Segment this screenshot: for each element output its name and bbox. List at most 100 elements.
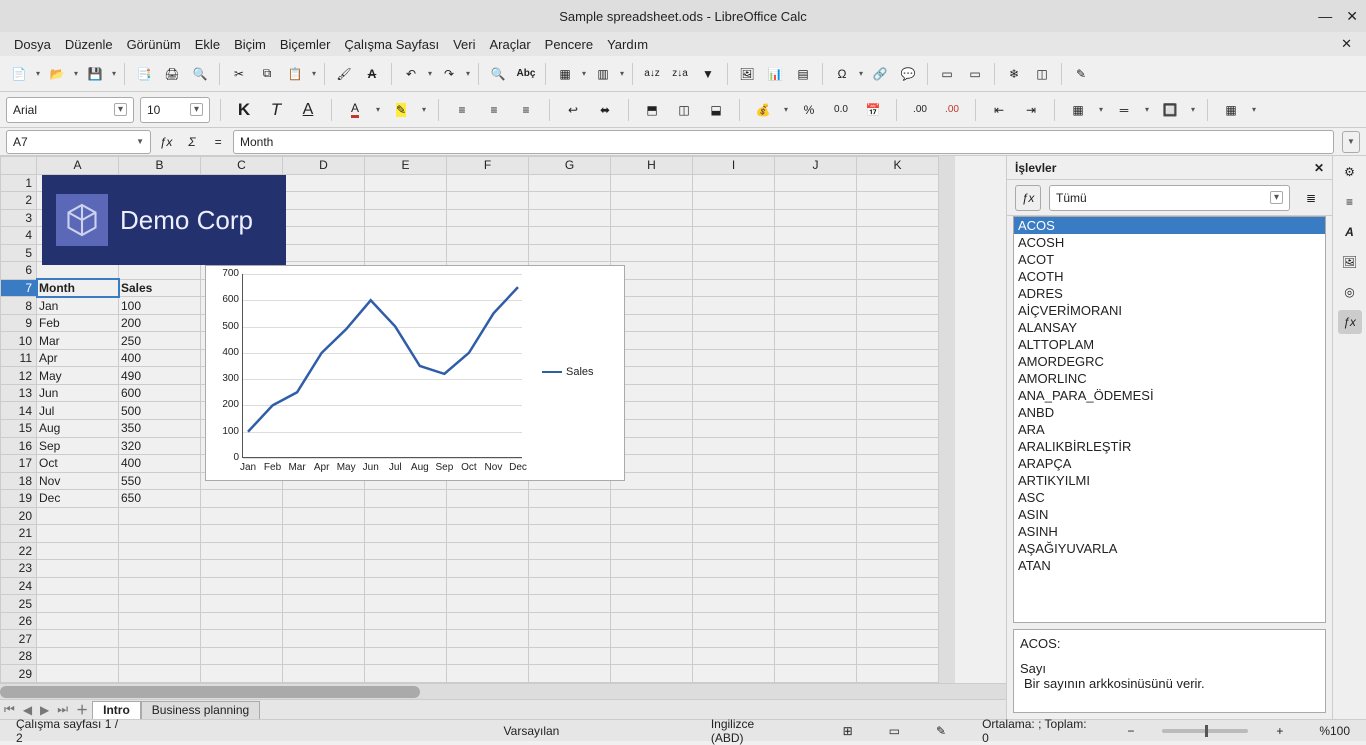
cell[interactable]: 350: [119, 419, 201, 437]
cell[interactable]: [857, 244, 939, 262]
cell[interactable]: [447, 630, 529, 648]
merge-cells-icon[interactable]: ⬌: [592, 97, 618, 123]
row-header[interactable]: 11: [1, 349, 37, 367]
align-bottom-icon[interactable]: ⬓: [703, 97, 729, 123]
function-list[interactable]: ACOSACOSHACOTACOTHADRESAİÇVERİMORANIALAN…: [1013, 216, 1326, 623]
insert-chart-icon[interactable]: 📊: [762, 61, 788, 87]
cell[interactable]: [693, 542, 775, 560]
menu-yardim[interactable]: Yardım: [601, 35, 654, 54]
cell[interactable]: 400: [119, 349, 201, 367]
spellcheck-icon[interactable]: Abç: [513, 61, 539, 87]
cell[interactable]: [529, 174, 611, 192]
zoom-slider[interactable]: [1162, 729, 1248, 733]
row-header[interactable]: 6: [1, 262, 37, 280]
cell[interactable]: [283, 192, 365, 210]
cell[interactable]: [775, 490, 857, 508]
menu-bicemler[interactable]: Biçemler: [274, 35, 337, 54]
menu-pencere[interactable]: Pencere: [539, 35, 599, 54]
cell[interactable]: 500: [119, 402, 201, 420]
cell[interactable]: [201, 595, 283, 613]
row-header[interactable]: 23: [1, 560, 37, 578]
cell[interactable]: [37, 595, 119, 613]
cell[interactable]: [283, 647, 365, 665]
cell[interactable]: [529, 227, 611, 245]
cell[interactable]: [775, 507, 857, 525]
cell[interactable]: [857, 437, 939, 455]
save-dropdown[interactable]: ▾: [110, 61, 118, 87]
tab-first-icon[interactable]: ⏮: [0, 702, 19, 717]
cell[interactable]: [693, 472, 775, 490]
cell[interactable]: [857, 227, 939, 245]
border-color-icon[interactable]: 🔲: [1157, 97, 1183, 123]
cell[interactable]: [775, 384, 857, 402]
open-icon[interactable]: 📂: [44, 61, 70, 87]
functions-deck-icon[interactable]: ƒx: [1338, 310, 1362, 334]
function-item[interactable]: ACOTH: [1014, 268, 1325, 285]
save-icon[interactable]: 💾: [82, 61, 108, 87]
cell[interactable]: [857, 279, 939, 297]
cell[interactable]: [447, 192, 529, 210]
row-header[interactable]: 8: [1, 297, 37, 315]
cell[interactable]: [37, 647, 119, 665]
col-header[interactable]: I: [693, 157, 775, 175]
cell[interactable]: [119, 560, 201, 578]
cell[interactable]: 200: [119, 314, 201, 332]
cell[interactable]: [857, 612, 939, 630]
cell[interactable]: [529, 542, 611, 560]
cell[interactable]: [365, 630, 447, 648]
row-header[interactable]: 21: [1, 525, 37, 543]
horizontal-scrollbar[interactable]: [0, 683, 1006, 699]
cell[interactable]: [365, 665, 447, 683]
cell[interactable]: [857, 595, 939, 613]
styles-deck-icon[interactable]: A: [1338, 220, 1362, 244]
cell[interactable]: [775, 630, 857, 648]
borders-icon[interactable]: ▦: [1065, 97, 1091, 123]
cell[interactable]: [529, 612, 611, 630]
vertical-scrollbar[interactable]: [939, 156, 955, 683]
cell[interactable]: [529, 244, 611, 262]
cell[interactable]: [775, 647, 857, 665]
sheet-tab-business-planning[interactable]: Business planning: [141, 701, 260, 719]
sidebar-settings-icon[interactable]: ⚙: [1338, 160, 1362, 184]
cell[interactable]: [447, 507, 529, 525]
paste-dropdown[interactable]: ▾: [310, 61, 318, 87]
cell[interactable]: [119, 542, 201, 560]
cell[interactable]: [857, 297, 939, 315]
formula-expand-icon[interactable]: ▼: [1342, 131, 1360, 153]
cell[interactable]: [365, 244, 447, 262]
status-language[interactable]: İngilizce (ABD): [703, 717, 795, 745]
tab-next-icon[interactable]: ▶: [36, 703, 53, 717]
cell[interactable]: [447, 244, 529, 262]
cell[interactable]: [693, 262, 775, 280]
cell[interactable]: [611, 174, 693, 192]
cell[interactable]: [283, 630, 365, 648]
function-item[interactable]: AİÇVERİMORANI: [1014, 302, 1325, 319]
tab-prev-icon[interactable]: ◀: [19, 703, 36, 717]
col-header[interactable]: F: [447, 157, 529, 175]
cell[interactable]: [857, 490, 939, 508]
cell[interactable]: [775, 209, 857, 227]
menubar-close-icon[interactable]: ✕: [1335, 34, 1358, 54]
row-header[interactable]: 15: [1, 419, 37, 437]
row-header[interactable]: 16: [1, 437, 37, 455]
col-header[interactable]: H: [611, 157, 693, 175]
function-item[interactable]: ATAN: [1014, 557, 1325, 574]
row-header[interactable]: 3: [1, 209, 37, 227]
cell[interactable]: [857, 332, 939, 350]
cell[interactable]: [283, 665, 365, 683]
cell[interactable]: [447, 174, 529, 192]
print-icon[interactable]: 🖨: [159, 61, 185, 87]
border-style-icon[interactable]: ═: [1111, 97, 1137, 123]
row-header[interactable]: 4: [1, 227, 37, 245]
row-ops-icon[interactable]: ▦: [552, 61, 578, 87]
cell[interactable]: [611, 647, 693, 665]
col-header[interactable]: K: [857, 157, 939, 175]
cell[interactable]: [119, 647, 201, 665]
cell[interactable]: May: [37, 367, 119, 385]
cond-format-dropdown[interactable]: ▾: [1250, 97, 1258, 123]
row-header[interactable]: 14: [1, 402, 37, 420]
cell[interactable]: [529, 630, 611, 648]
cell[interactable]: [693, 227, 775, 245]
cell[interactable]: [447, 490, 529, 508]
open-dropdown[interactable]: ▾: [72, 61, 80, 87]
